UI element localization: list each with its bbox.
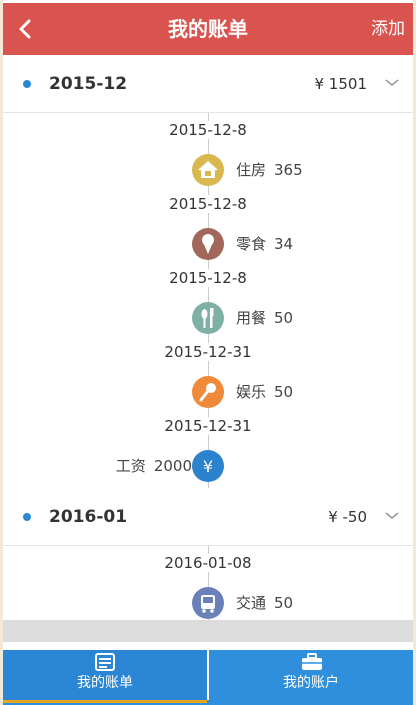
entry-category: 用餐 (236, 309, 267, 327)
bill-list-icon (95, 653, 115, 671)
entry-date: 2015-12-8 (167, 121, 249, 139)
tab-label: 我的账单 (77, 675, 133, 691)
tab-my-accounts[interactable]: 我的账户 (209, 650, 413, 700)
list-item[interactable]: 娱乐 50 (3, 376, 413, 408)
entry-category: 零食 (236, 235, 267, 253)
entry-category: 娱乐 (236, 383, 267, 401)
entry-date: 2015-12-8 (167, 269, 249, 287)
chevron-down-icon (385, 79, 399, 86)
entry-date: 2016-01-08 (162, 554, 254, 572)
tab-my-bills[interactable]: 我的账单 (3, 650, 207, 700)
list-item[interactable]: 住房 365 (3, 154, 413, 186)
entry-amount: 50 (274, 383, 294, 401)
active-tab-indicator (3, 700, 207, 703)
month-total: ¥ 1501 (314, 75, 368, 93)
bus-icon (192, 587, 224, 619)
entry-date: 2015-12-31 (162, 417, 254, 435)
list-item[interactable]: 交通 50 (3, 587, 413, 619)
month-header-2015-12[interactable]: 2015-12 ¥ 1501 (3, 56, 413, 113)
page-title: 我的账单 (168, 17, 248, 41)
month-dot-icon (23, 80, 31, 88)
microphone-icon (192, 376, 224, 408)
chevron-down-icon (385, 512, 399, 519)
entry-amount: 34 (274, 235, 294, 253)
entry-category: 住房 (236, 161, 267, 179)
briefcase-icon (302, 653, 322, 670)
month-total: ¥ -50 (328, 508, 367, 526)
entry-amount: 2000 (153, 457, 192, 475)
month-dot-icon (23, 513, 31, 521)
tab-label: 我的账户 (283, 675, 339, 691)
add-button[interactable]: 添加 (371, 3, 405, 55)
header-bar: 我的账单 添加 (3, 3, 413, 55)
house-icon (192, 154, 224, 186)
bottom-tab-bar: 我的账单 我的账户 (3, 650, 413, 705)
scroll-footer-bar (3, 620, 413, 642)
month-label: 2016-01 (49, 507, 128, 527)
entry-date: 2015-12-31 (162, 343, 254, 361)
list-item[interactable]: 工资 2000 ¥ (3, 450, 413, 482)
month-label: 2015-12 (49, 74, 128, 94)
yuan-icon: ¥ (192, 450, 224, 482)
entry-amount: 365 (274, 161, 303, 179)
list-item[interactable]: 零食 34 (3, 228, 413, 260)
entry-category: 交通 (236, 594, 267, 612)
month-header-2016-01[interactable]: 2016-01 ¥ -50 (3, 489, 413, 546)
entry-date: 2015-12-8 (167, 195, 249, 213)
svg-text:¥: ¥ (203, 457, 213, 476)
cutlery-icon (192, 302, 224, 334)
entry-amount: 50 (274, 594, 294, 612)
list-item[interactable]: 用餐 50 (3, 302, 413, 334)
entry-category: 工资 (115, 457, 146, 475)
ice-cream-icon (192, 228, 224, 260)
entry-amount: 50 (274, 309, 294, 327)
app-frame: 我的账单 添加 2015-12 ¥ 1501 2015-12-8 住房 365 2… (3, 0, 413, 705)
